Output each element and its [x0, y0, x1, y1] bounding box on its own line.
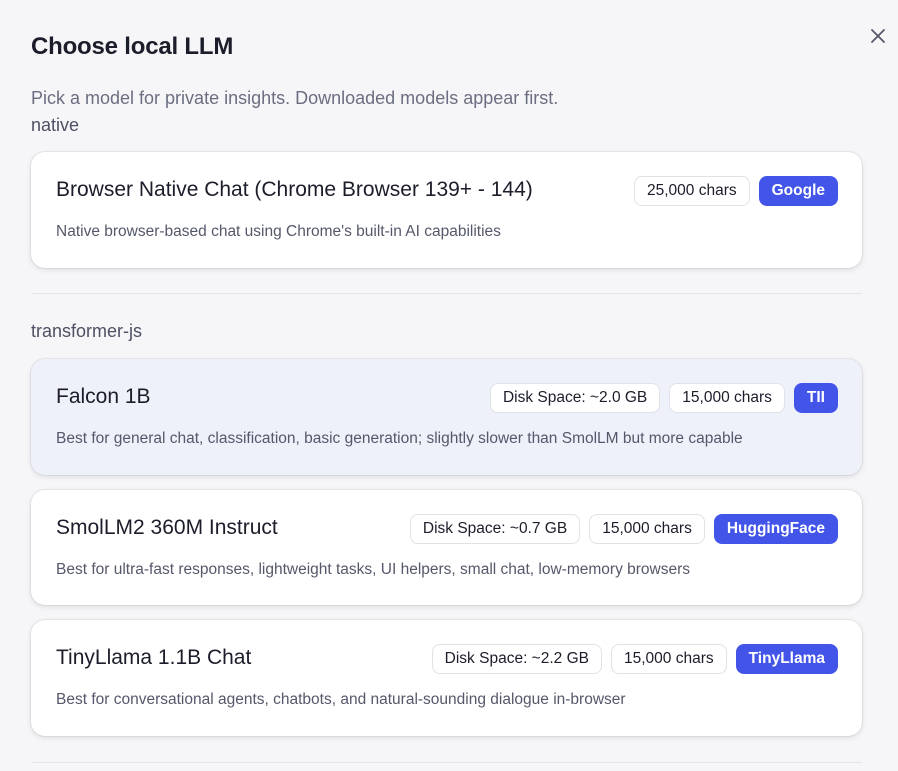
choose-llm-dialog: Choose local LLM Pick a model for privat…: [0, 0, 898, 771]
model-description: Native browser-based chat using Chrome's…: [56, 223, 501, 240]
model-name: Falcon 1B: [56, 385, 151, 408]
provider-badge: Google: [758, 176, 838, 206]
chars-badge: 25,000 chars: [633, 176, 750, 206]
provider-badge: TinyLlama: [735, 644, 838, 674]
group-divider: [31, 762, 862, 763]
chars-badge: 15,000 chars: [610, 644, 727, 674]
close-icon: [871, 29, 885, 43]
provider-badge: HuggingFace: [713, 514, 838, 544]
model-tags: Disk Space: ~2.0 GB 15,000 chars TII: [489, 383, 838, 413]
model-description: Best for conversational agents, chatbots…: [56, 691, 626, 708]
provider-badge: TII: [793, 383, 838, 413]
chars-badge: 15,000 chars: [669, 383, 785, 413]
model-card-tinyllama-1-1b-chat[interactable]: TinyLlama 1.1B Chat Disk Space: ~2.2 GB …: [31, 620, 862, 736]
disk-space-badge: Disk Space: ~0.7 GB: [409, 514, 581, 544]
model-name: Browser Native Chat (Chrome Browser 139+…: [56, 178, 533, 201]
model-card-falcon-1b[interactable]: Falcon 1B Disk Space: ~2.0 GB 15,000 cha…: [31, 359, 862, 475]
dialog-title: Choose local LLM: [31, 33, 234, 60]
model-card-browser-native-chat[interactable]: Browser Native Chat (Chrome Browser 139+…: [31, 152, 862, 268]
model-name: SmolLM2 360M Instruct: [56, 516, 278, 539]
close-button[interactable]: [866, 24, 890, 48]
chars-badge: 15,000 chars: [589, 514, 705, 544]
model-description: Best for ultra-fast responses, lightweig…: [56, 561, 691, 578]
disk-space-badge: Disk Space: ~2.2 GB: [431, 644, 602, 674]
model-tags: Disk Space: ~0.7 GB 15,000 chars Hugging…: [409, 514, 838, 544]
dialog-subtitle: Pick a model for private insights. Downl…: [31, 88, 559, 108]
group-label-transformer-js: transformer-js: [31, 321, 143, 341]
disk-space-badge: Disk Space: ~2.0 GB: [489, 383, 661, 413]
model-card-smollm2-360m-instruct[interactable]: SmolLM2 360M Instruct Disk Space: ~0.7 G…: [31, 490, 862, 605]
group-divider: [31, 293, 862, 294]
model-tags: 25,000 chars Google: [633, 176, 838, 206]
model-description: Best for general chat, classification, b…: [56, 430, 743, 447]
model-name: TinyLlama 1.1B Chat: [56, 646, 252, 669]
model-tags: Disk Space: ~2.2 GB 15,000 chars TinyLla…: [431, 644, 838, 674]
group-label-native: native: [31, 115, 80, 135]
